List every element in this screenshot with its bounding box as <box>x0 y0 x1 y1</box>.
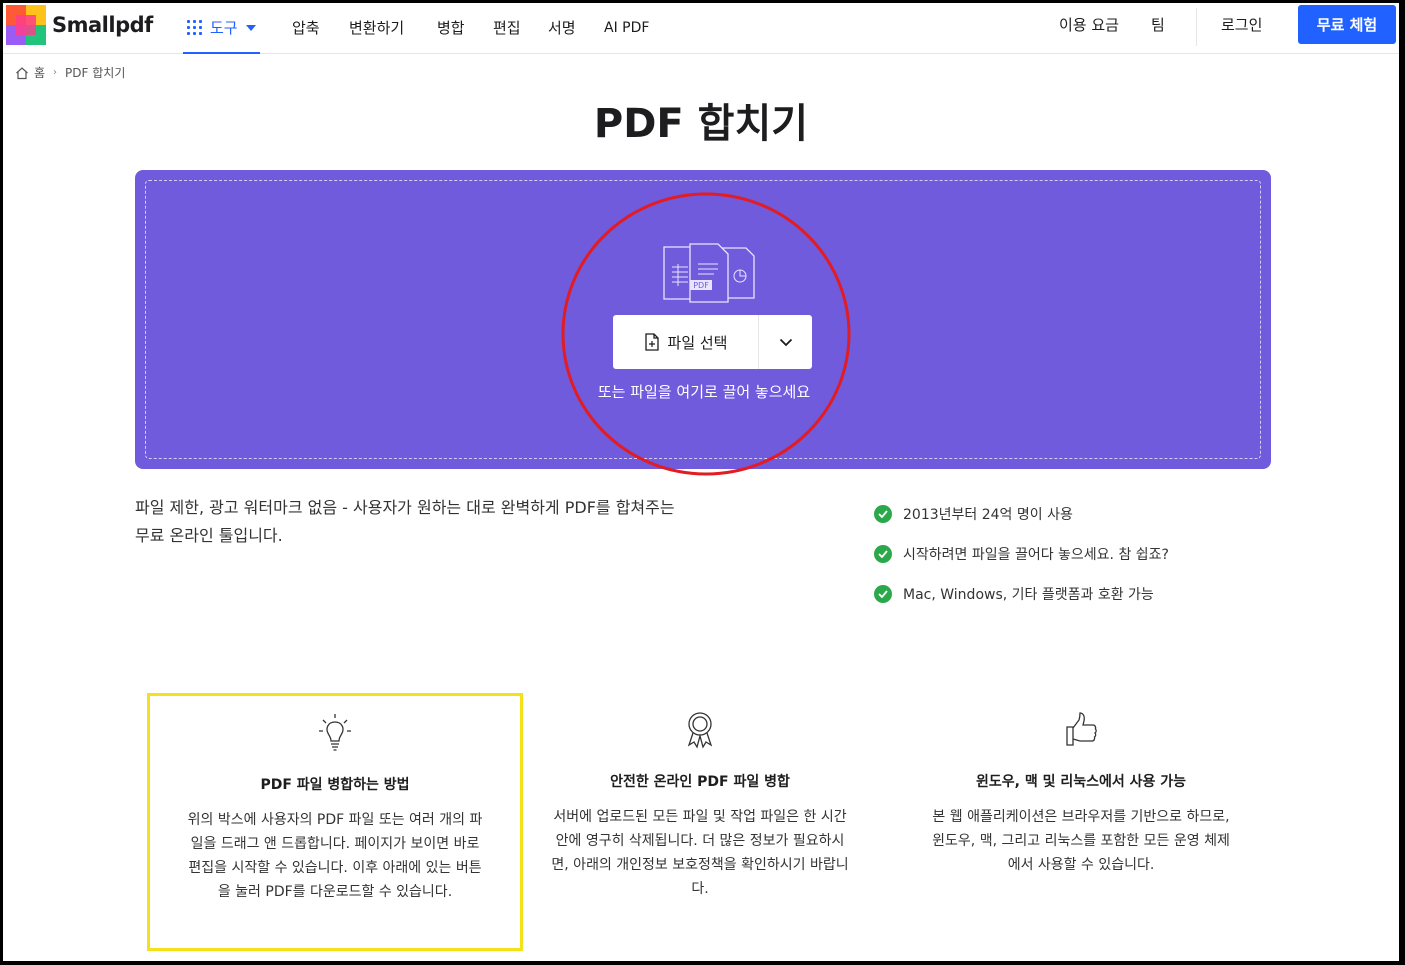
home-icon[interactable] <box>15 66 29 80</box>
feature-item: 시작하려면 파일을 끌어다 놓으세요. 참 쉽죠? <box>874 534 1169 574</box>
nav-merge[interactable]: 병합 <box>437 3 465 54</box>
logo-icon <box>6 5 46 45</box>
check-circle-icon <box>874 505 892 523</box>
check-circle-icon <box>874 545 892 563</box>
login-link[interactable]: 로그인 <box>1221 3 1262 54</box>
thumbs-up-icon <box>1066 712 1097 746</box>
nav-edit[interactable]: 편집 <box>493 3 521 54</box>
breadcrumb: 홈 › PDF 합치기 <box>15 64 125 81</box>
red-annotation-circle <box>561 192 851 476</box>
caret-down-icon <box>245 24 256 31</box>
card-title: PDF 파일 병합하는 방법 <box>260 777 410 793</box>
breadcrumb-separator: › <box>53 67 58 78</box>
nav-compress[interactable]: 압축 <box>292 3 320 54</box>
card-text: 본 웹 애플리케이션은 브라우저를 기반으로 하므로, 윈도우, 맥, 그리고 … <box>932 809 1230 873</box>
logo[interactable]: Smallpdf <box>6 5 153 45</box>
card-text: 서버에 업로드된 모든 파일 및 작업 파일은 한 시간 안에 영구히 삭제됩니… <box>551 809 849 897</box>
nav-pricing[interactable]: 이용 요금 <box>1059 3 1119 54</box>
logo-text: Smallpdf <box>52 13 153 37</box>
card-title: 안전한 온라인 PDF 파일 병합 <box>610 774 790 790</box>
description-line-1: 파일 제한, 광고 워터마크 없음 - 사용자가 원하는 대로 완벽하게 PDF… <box>135 498 675 517</box>
top-navigation: Smallpdf 도구 압축 변환하기 병합 편집 서명 AI PDF 이용 요… <box>3 3 1399 54</box>
nav-convert[interactable]: 변환하기 <box>349 3 404 54</box>
tools-label: 도구 <box>210 19 238 37</box>
feature-list: 2013년부터 24억 명이 사용 시작하려면 파일을 끌어다 놓으세요. 참 … <box>874 494 1169 614</box>
nav-divider <box>1196 8 1197 46</box>
free-trial-button[interactable]: 무료 체험 <box>1298 5 1396 44</box>
feature-text: 2013년부터 24억 명이 사용 <box>903 507 1073 523</box>
tool-description: 파일 제한, 광고 워터마크 없음 - 사용자가 원하는 대로 완벽하게 PDF… <box>135 494 775 550</box>
feature-text: Mac, Windows, 기타 플랫폼과 호환 가능 <box>903 587 1154 603</box>
card-text: 위의 박스에 사용자의 PDF 파일 또는 여러 개의 파일을 드래그 앤 드롭… <box>187 812 483 900</box>
info-card-platforms: 윈도우, 맥 및 리눅스에서 사용 가능 본 웹 애플리케이션은 브라우저를 기… <box>893 693 1269 877</box>
description-line-2: 무료 온라인 툴입니다. <box>135 526 283 545</box>
nav-ai-pdf[interactable]: AI PDF <box>604 3 649 54</box>
info-card-security: 안전한 온라인 PDF 파일 병합 서버에 업로드된 모든 파일 및 작업 파일… <box>512 693 888 901</box>
breadcrumb-home[interactable]: 홈 <box>34 64 45 81</box>
breadcrumb-current: PDF 합치기 <box>65 66 126 80</box>
check-circle-icon <box>874 585 892 603</box>
feature-item: Mac, Windows, 기타 플랫폼과 호환 가능 <box>874 574 1169 614</box>
feature-text: 시작하려면 파일을 끌어다 놓으세요. 참 쉽죠? <box>903 547 1169 563</box>
lightbulb-icon <box>319 714 351 751</box>
card-title: 윈도우, 맥 및 리눅스에서 사용 가능 <box>975 774 1186 790</box>
feature-item: 2013년부터 24억 명이 사용 <box>874 494 1169 534</box>
award-ribbon-icon <box>687 712 713 749</box>
grid-icon <box>187 20 202 35</box>
page: Smallpdf 도구 압축 변환하기 병합 편집 서명 AI PDF 이용 요… <box>3 3 1399 961</box>
tools-menu-button[interactable]: 도구 <box>183 3 260 54</box>
nav-sign[interactable]: 서명 <box>548 3 576 54</box>
nav-team[interactable]: 팀 <box>1151 3 1165 54</box>
info-card-how-to: PDF 파일 병합하는 방법 위의 박스에 사용자의 PDF 파일 또는 여러 … <box>147 693 523 951</box>
page-title: PDF 합치기 <box>593 101 809 147</box>
